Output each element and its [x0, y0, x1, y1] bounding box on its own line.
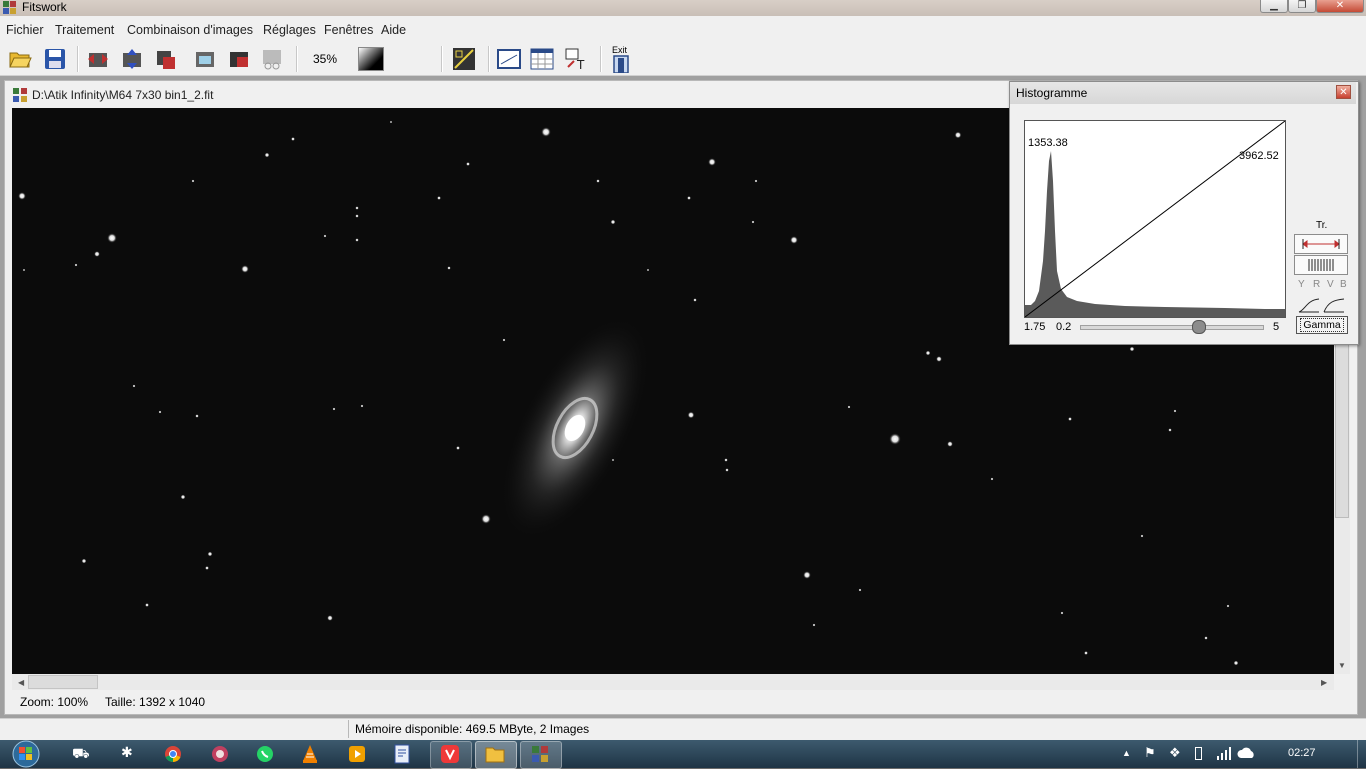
memory-status: Mémoire disponible: 469.5 MByte, 2 Image… — [355, 722, 590, 736]
media-player-icon[interactable] — [347, 744, 367, 764]
action-center-flag-icon[interactable]: ⚑ — [1144, 745, 1156, 761]
stretch-range-button[interactable] — [1294, 234, 1348, 254]
slider-min-label: 0.2 — [1056, 321, 1072, 333]
window-view-icon[interactable] — [497, 47, 521, 71]
image-window-title: D:\Atik Infinity\M64 7x30 bin1_2.fit — [32, 88, 214, 102]
status-bar — [0, 718, 1366, 741]
rotate-icon[interactable] — [154, 47, 178, 71]
histogram-curve — [1025, 151, 1285, 317]
chrome-icon[interactable] — [164, 745, 182, 763]
title-bar: Fitswork — [0, 0, 1366, 16]
show-hidden-icons-icon[interactable]: ▲ — [1122, 748, 1131, 758]
resize-icon[interactable] — [227, 47, 251, 71]
bluetooth-icon[interactable]: ✱ — [121, 744, 133, 761]
horizontal-scroll-thumb[interactable] — [28, 675, 98, 689]
minimize-button[interactable]: ▁ — [1260, 0, 1288, 13]
channel-b[interactable]: B — [1340, 279, 1347, 290]
histogram-peak-label: 1353.38 — [1028, 137, 1068, 149]
scroll-right-arrow-icon[interactable]: ▶ — [1321, 678, 1327, 687]
clock[interactable]: 02:27 — [1288, 747, 1316, 759]
stretch-lines-button[interactable] — [1294, 255, 1348, 275]
horizontal-scrollbar[interactable] — [12, 674, 1334, 690]
text-tools-icon[interactable]: T — [565, 47, 589, 71]
vlc-icon[interactable] — [301, 744, 319, 764]
menu-combinaison[interactable]: Combinaison d'images — [127, 23, 253, 37]
save-icon[interactable] — [43, 47, 67, 71]
brightness-gradient-button[interactable] — [358, 47, 384, 71]
menu-fenetres[interactable]: Fenêtres — [324, 23, 373, 37]
gamma-slider-track[interactable] — [1080, 325, 1264, 330]
gamma-button-label: Gamma — [1300, 318, 1344, 332]
vivaldi-icon — [441, 745, 459, 763]
start-button-icon[interactable] — [6, 740, 46, 768]
battery-icon[interactable] — [1195, 747, 1202, 760]
open-folder-icon[interactable] — [8, 47, 32, 71]
slider-max-label: 5 — [1273, 321, 1280, 333]
vertical-lines-icon — [1308, 259, 1334, 271]
gamma-button[interactable]: Gamma — [1296, 316, 1348, 334]
histogram-max-label: 3962.52 — [1239, 150, 1279, 162]
toolbar: 35% T Exit — [0, 43, 1366, 76]
size-status: Taille: 1392 x 1040 — [105, 695, 206, 709]
window-title: Fitswork — [22, 0, 67, 14]
svg-text:T: T — [576, 58, 585, 71]
menu-traitement[interactable]: Traitement — [55, 23, 114, 37]
flip-vertical-icon[interactable] — [120, 47, 144, 71]
onedrive-cloud-icon[interactable] — [1237, 747, 1257, 759]
maximize-button[interactable]: ❐ — [1288, 0, 1316, 13]
histogram-view-icon[interactable] — [452, 47, 476, 71]
exit-door-icon[interactable] — [611, 55, 631, 73]
spreadsheet-icon[interactable] — [530, 47, 554, 71]
folder-icon — [485, 747, 505, 763]
fitswork-app-icon — [3, 1, 16, 14]
vertical-scroll-thumb[interactable] — [1335, 340, 1349, 518]
zoom-status: Zoom: 100% — [20, 695, 89, 709]
whatsapp-icon[interactable] — [255, 744, 275, 764]
media-app-icon[interactable] — [210, 744, 230, 764]
menu-reglages[interactable]: Réglages — [263, 23, 316, 37]
flip-horizontal-icon[interactable] — [86, 47, 110, 71]
channel-y[interactable]: Y — [1298, 279, 1305, 290]
document-app-icon[interactable] — [393, 744, 411, 764]
fitswork-taskbar-icon — [532, 746, 548, 762]
tr-label: Tr. — [1316, 220, 1328, 231]
cut-icon[interactable] — [260, 47, 284, 71]
channel-v[interactable]: V — [1327, 279, 1334, 290]
crop-icon[interactable] — [193, 47, 217, 71]
taskbar — [0, 740, 1366, 768]
stretch-arrows-icon — [1302, 239, 1340, 249]
curve-type-1-icon[interactable] — [1297, 296, 1321, 314]
dropbox-icon[interactable]: ❖ — [1169, 745, 1181, 761]
curve-type-2-icon[interactable] — [1322, 296, 1346, 314]
menu-fichier[interactable]: Fichier — [6, 23, 44, 37]
zoom-level-button[interactable]: 35% — [313, 52, 337, 66]
scroll-down-arrow-icon[interactable]: ▼ — [1338, 661, 1346, 670]
exit-label: Exit — [612, 45, 628, 55]
network-drive-icon[interactable]: ⛟ — [72, 745, 90, 764]
scroll-left-arrow-icon[interactable]: ◀ — [18, 678, 24, 687]
show-desktop-button[interactable] — [1357, 740, 1366, 768]
gamma-slider-thumb[interactable] — [1192, 320, 1207, 334]
histogram-close-button[interactable]: ✕ — [1336, 85, 1351, 99]
wifi-signal-icon[interactable] — [1216, 746, 1232, 760]
gamma-value: 1.75 — [1024, 321, 1046, 333]
menu-aide[interactable]: Aide — [381, 23, 406, 37]
channel-r[interactable]: R — [1313, 279, 1320, 290]
image-document-icon — [13, 88, 27, 102]
close-button[interactable]: ✕ — [1316, 0, 1364, 13]
histogram-title: Histogramme — [1016, 86, 1088, 100]
